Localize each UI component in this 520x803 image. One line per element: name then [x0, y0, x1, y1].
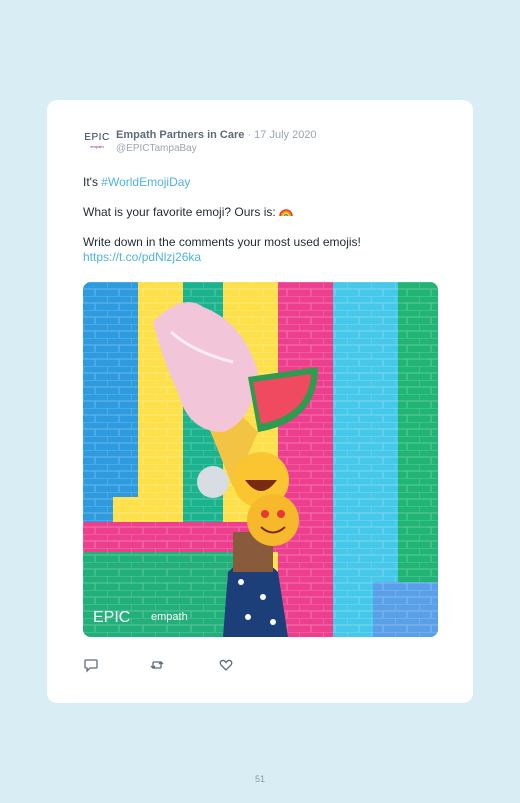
separator: · — [247, 129, 252, 141]
author-line: Empath Partners in Care · 17 July 2020 — [116, 129, 317, 142]
author-handle[interactable]: @EPICTampaBay — [116, 142, 197, 155]
rainbow-emoji — [279, 205, 293, 219]
tweet-actions — [83, 657, 283, 673]
hashtag-link[interactable]: #WorldEmojiDay — [101, 175, 190, 189]
photo-illustration: EPIC empath — [83, 282, 438, 637]
line1-prefix: It's — [83, 175, 102, 189]
page-number: 51 — [254, 774, 265, 784]
watermark-left: EPIC — [93, 609, 130, 626]
retweet-icon[interactable] — [149, 657, 165, 673]
line2-text: What is your favorite emoji? Ours is: — [83, 205, 276, 219]
tweet-line-3: Write down in the comments your most use… — [83, 235, 361, 249]
tweet-line-2: What is your favorite emoji? Ours is: — [83, 205, 293, 220]
watermark-right: empath — [151, 611, 188, 623]
avatar[interactable]: EPIC empath — [83, 127, 111, 155]
post-date[interactable]: 17 July 2020 — [254, 129, 316, 141]
comment-icon[interactable] — [83, 657, 99, 673]
tweet-link[interactable]: https://t.co/pdNlzj26ka — [83, 250, 201, 264]
tweet-card: EPIC empath Empath Partners in Care · 17… — [47, 100, 473, 703]
tweet-line-1: It's #WorldEmojiDay — [83, 175, 190, 190]
author-name[interactable]: Empath Partners in Care — [116, 129, 244, 141]
tweet-photo[interactable]: EPIC empath — [83, 282, 438, 637]
avatar-logo-text: EPIC — [84, 131, 110, 143]
heart-icon[interactable] — [218, 657, 234, 673]
avatar-logo-sub: empath — [90, 143, 104, 149]
tweet-link-wrap: https://t.co/pdNlzj26ka — [83, 250, 201, 265]
